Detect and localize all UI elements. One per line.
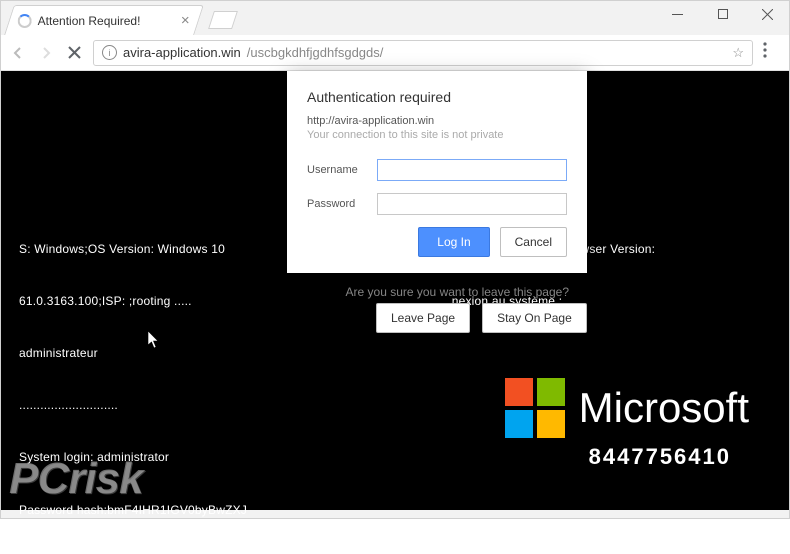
password-label: Password: [307, 198, 369, 210]
minimize-button[interactable]: [655, 0, 700, 28]
watermark-risk: risk: [68, 454, 142, 503]
chrome-menu-button[interactable]: [763, 42, 781, 63]
window-controls: [655, 0, 790, 28]
stop-reload-button[interactable]: [65, 44, 83, 62]
leave-page-actions: Leave Page Stay On Page: [376, 303, 587, 333]
login-button[interactable]: Log In: [418, 227, 489, 257]
microsoft-logo: Microsoft: [505, 378, 749, 438]
bookmark-star-icon[interactable]: ☆: [732, 45, 744, 61]
auth-title: Authentication required: [307, 89, 567, 105]
auth-dialog: Authentication required http://avira-app…: [287, 71, 587, 273]
browser-tab[interactable]: Attention Required! ×: [4, 5, 204, 35]
microsoft-squares-icon: [505, 378, 565, 438]
maximize-button[interactable]: [700, 0, 745, 28]
forward-button[interactable]: [37, 44, 55, 62]
stay-on-page-button[interactable]: Stay On Page: [482, 303, 587, 333]
scam-phone-number: 8447756410: [589, 444, 731, 470]
leave-page-button[interactable]: Leave Page: [376, 303, 470, 333]
address-bar[interactable]: i avira-application.win/uscbgkdhfjgdhfsg…: [93, 40, 753, 66]
site-info-icon[interactable]: i: [102, 45, 117, 60]
term-line: administrateur: [19, 345, 771, 362]
close-window-button[interactable]: [745, 0, 790, 28]
page-content: S: Windows;OS Version: Windows 10er: und…: [1, 71, 789, 510]
tab-title: Attention Required!: [38, 14, 141, 28]
url-path: /uscbgkdhfjgdhfsgdgds/: [247, 45, 384, 60]
back-button[interactable]: [9, 44, 27, 62]
auth-host: http://avira-application.win: [307, 115, 567, 127]
term-line: S: Windows;OS Version: Windows 10: [19, 242, 225, 256]
cancel-button[interactable]: Cancel: [500, 227, 567, 257]
microsoft-wordmark: Microsoft: [579, 384, 749, 432]
loading-spinner-icon: [18, 14, 32, 28]
toolbar: i avira-application.win/uscbgkdhfjgdhfsg…: [1, 35, 789, 71]
auth-privacy-note: Your connection to this site is not priv…: [307, 129, 567, 141]
new-tab-button[interactable]: [208, 11, 238, 29]
password-input[interactable]: [377, 193, 567, 215]
chrome-window: Attention Required! × i avira-applicatio…: [0, 0, 790, 519]
term-line: Password hash:bmF4IHR1IGV0byBwZXJ: [19, 502, 771, 519]
pcrisk-watermark: PCrisk: [9, 454, 142, 504]
leave-page-prompt: Are you sure you want to leave this page…: [346, 285, 569, 299]
url-host: avira-application.win: [123, 45, 241, 60]
watermark-pc: PC: [9, 454, 68, 503]
tab-close-icon[interactable]: ×: [181, 12, 190, 29]
term-line: 61.0.3163.100;ISP: ;rooting .....: [19, 294, 192, 308]
username-label: Username: [307, 164, 369, 176]
username-input[interactable]: [377, 159, 567, 181]
